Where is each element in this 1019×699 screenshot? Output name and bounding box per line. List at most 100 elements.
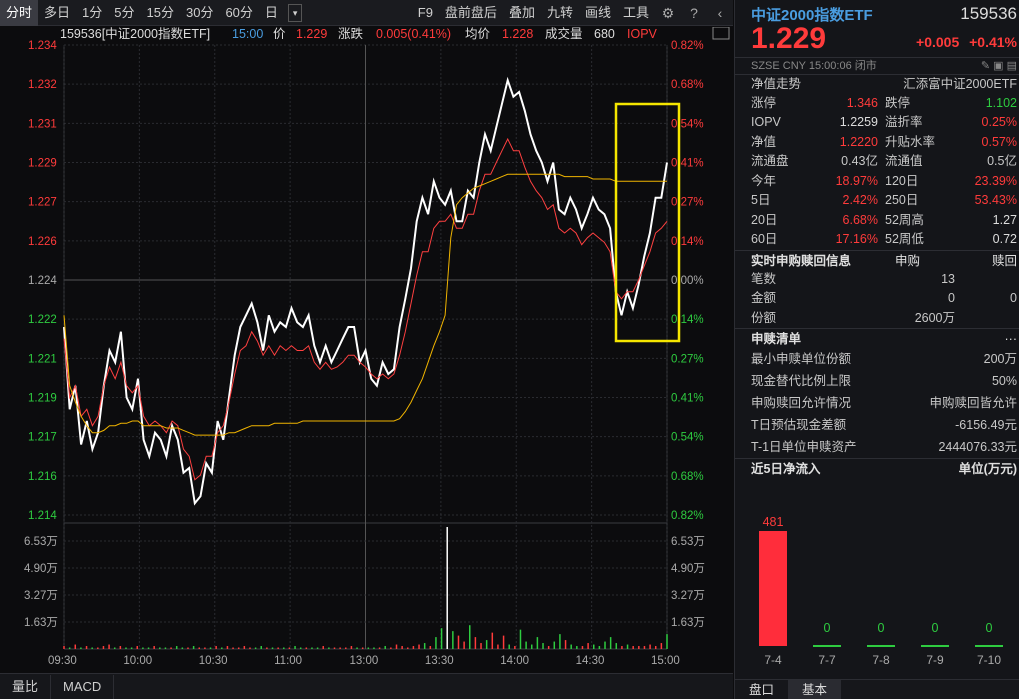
realtime-cell: 0 xyxy=(1010,291,1017,305)
quote-code-name: 159536[中证2000指数ETF] xyxy=(60,27,210,41)
more-icon[interactable]: ··· xyxy=(1005,329,1018,349)
time-tick: 10:30 xyxy=(199,655,228,667)
price-tick: 1.224 xyxy=(28,275,57,287)
vol-tick-left: 1.63万 xyxy=(24,617,58,629)
pct-tick: 0.14% xyxy=(671,314,704,326)
prepost-button[interactable]: 盘前盘后 xyxy=(439,0,503,26)
help-icon[interactable]: ? xyxy=(681,0,707,26)
stat-row: 净值 1.2220 升贴水率 0.57% xyxy=(735,133,1019,153)
stat-cell: 升贴水率 xyxy=(885,134,936,149)
tab-intraday[interactable]: 分时 xyxy=(0,0,39,26)
stat-row: 今年 18.97% 120日 23.39% xyxy=(735,172,1019,192)
chart-canvas: 1.234 1.232 1.231 1.229 1.227 1.226 1.224 1.222… xyxy=(0,26,733,673)
tab-volume-ratio[interactable]: 量比 xyxy=(0,674,52,699)
pct-tick: 0.27% xyxy=(671,353,704,365)
stat-cell: 53.43% xyxy=(974,193,1017,207)
flow-chart: 481 7-4 0 7-7 0 7-8 0 7-9 0 7-10 xyxy=(735,478,1019,698)
redeem-table: 最小申赎单位份额 200万 现金替代比例上限 50% 申购赎回允许情况 申购赎回皆允许 T日… xyxy=(735,348,1019,458)
nine-turn-button[interactable]: 九转 xyxy=(541,0,579,26)
tab-30min[interactable]: 30分 xyxy=(180,0,219,26)
redeem-cell: 2444076.33元 xyxy=(938,440,1017,454)
tools-button[interactable]: 工具 xyxy=(617,0,655,26)
price-change: +0.005 +0.41% xyxy=(916,34,1017,50)
draw-line-button[interactable]: 画线 xyxy=(579,0,617,26)
stat-cell: 120日 xyxy=(885,173,919,188)
realtime-row: 份额 2600万 xyxy=(735,309,1019,329)
fund-code: 159536 xyxy=(960,4,1017,23)
settings-icon[interactable]: ⚙ xyxy=(655,0,681,26)
tab-5min[interactable]: 5分 xyxy=(108,0,140,26)
stat-cell: 跌停 xyxy=(885,95,911,110)
quote-volume: 680 xyxy=(594,27,615,41)
pct-tick: 0.14% xyxy=(671,236,704,248)
realtime-col-subscribe: 申购 xyxy=(895,253,921,268)
stat-cell: 18.97% xyxy=(835,173,878,188)
flow-header: 近5日净流入 单位(万元) xyxy=(735,458,1019,478)
nav-trend-row[interactable]: 净值走势 汇添富中证2000ETF xyxy=(735,74,1019,94)
stat-cell: 2.42% xyxy=(842,193,878,207)
nav-trend: 净值走势 xyxy=(751,77,802,91)
flow-value: 0 xyxy=(986,621,993,635)
flow-date: 7-4 xyxy=(764,653,782,667)
overlay-button[interactable]: 叠加 xyxy=(503,0,541,26)
tab-60min[interactable]: 60分 xyxy=(219,0,258,26)
vol-tick-right: 3.27万 xyxy=(671,590,705,602)
period-toolbar: 分时 多日 1分 5分 15分 30分 60分 日 ▾ F9 盘前盘后 叠加 九… xyxy=(0,0,733,26)
stat-cell: 流通盘 xyxy=(751,154,789,168)
pct-tick: 0.41% xyxy=(671,158,704,170)
indicator-tabs: 量比 MACD xyxy=(0,673,733,699)
vol-tick-left: 6.53万 xyxy=(24,536,58,548)
redeem-cell: T日预估现金差额 xyxy=(751,418,847,432)
stat-cell: 17.16% xyxy=(835,232,878,246)
quote-time: 15:00 xyxy=(232,27,263,41)
redeem-cell: 200万 xyxy=(983,352,1017,366)
last-price: 1.229 xyxy=(751,22,827,55)
price-tick: 1.234 xyxy=(28,40,57,52)
stat-row: 涨停 1.346 跌停 1.102 xyxy=(735,94,1019,114)
tab-daily[interactable]: 日 xyxy=(259,0,284,26)
pct-tick: 0.82% xyxy=(671,510,704,522)
realtime-header: 实时申购赎回信息 申购 赎回 xyxy=(735,249,1019,270)
redeem-cell: 50% xyxy=(991,374,1017,388)
pct-tick: 0.27% xyxy=(671,197,704,209)
collapse-icon[interactable]: ‹ xyxy=(707,0,733,26)
vol-tick-right: 6.53万 xyxy=(671,536,705,548)
tab-15min[interactable]: 15分 xyxy=(141,0,180,26)
stat-cell: 0.43亿 xyxy=(841,154,878,168)
redeem-row: 最小申赎单位份额 200万 xyxy=(735,348,1019,370)
change-pct: +0.41% xyxy=(969,34,1017,50)
tab-basic[interactable]: 基本 xyxy=(788,680,842,699)
stat-cell: 1.2259 xyxy=(839,115,878,129)
time-tick: 14:30 xyxy=(576,655,605,667)
realtime-title: 实时申购赎回信息 xyxy=(751,253,852,268)
vol-tick-right: 1.63万 xyxy=(671,617,705,629)
redeem-cell: -6156.49元 xyxy=(955,418,1017,432)
tab-1min[interactable]: 1分 xyxy=(76,0,108,26)
redeem-title: 申赎清单 xyxy=(751,332,802,346)
flow-svg: 481 7-4 0 7-7 0 7-8 0 7-9 0 7-10 xyxy=(759,515,1003,667)
flow-value: 0 xyxy=(932,621,939,635)
period-dropdown[interactable]: ▾ xyxy=(287,3,303,22)
time-tick: 14:00 xyxy=(500,655,529,667)
stat-cell: 今年 xyxy=(751,173,777,188)
stat-cell: 60日 xyxy=(751,232,778,246)
intraday-chart[interactable]: 1.234 1.232 1.231 1.229 1.227 1.226 1.224 1.222… xyxy=(0,26,733,673)
stats-table: 涨停 1.346 跌停 1.102 IOPV 1.2259 溢折率 0.25% 净值 1.2220… xyxy=(735,94,1019,250)
quote-change-label: 涨跌 xyxy=(338,27,364,41)
stat-cell: 250日 xyxy=(885,193,919,207)
stat-cell: 净值 xyxy=(751,134,777,149)
tab-multiday[interactable]: 多日 xyxy=(38,0,76,26)
tab-macd[interactable]: MACD xyxy=(51,674,115,699)
realtime-row: 金额 0 0 xyxy=(735,289,1019,309)
redeem-cell: 申购赎回皆允许 xyxy=(929,396,1017,410)
realtime-cell: 0 xyxy=(948,291,955,305)
f9-button[interactable]: F9 xyxy=(412,0,439,26)
tab-orderbook[interactable]: 盘口 xyxy=(735,680,788,699)
stat-row: IOPV 1.2259 溢折率 0.25% xyxy=(735,113,1019,133)
change-abs: +0.005 xyxy=(916,34,960,50)
stat-cell: 6.68% xyxy=(842,212,878,227)
flow-date: 7-9 xyxy=(926,653,944,667)
time-tick: 13:30 xyxy=(425,655,454,667)
flow-date: 7-10 xyxy=(977,653,1001,667)
flow-date: 7-8 xyxy=(872,653,890,667)
